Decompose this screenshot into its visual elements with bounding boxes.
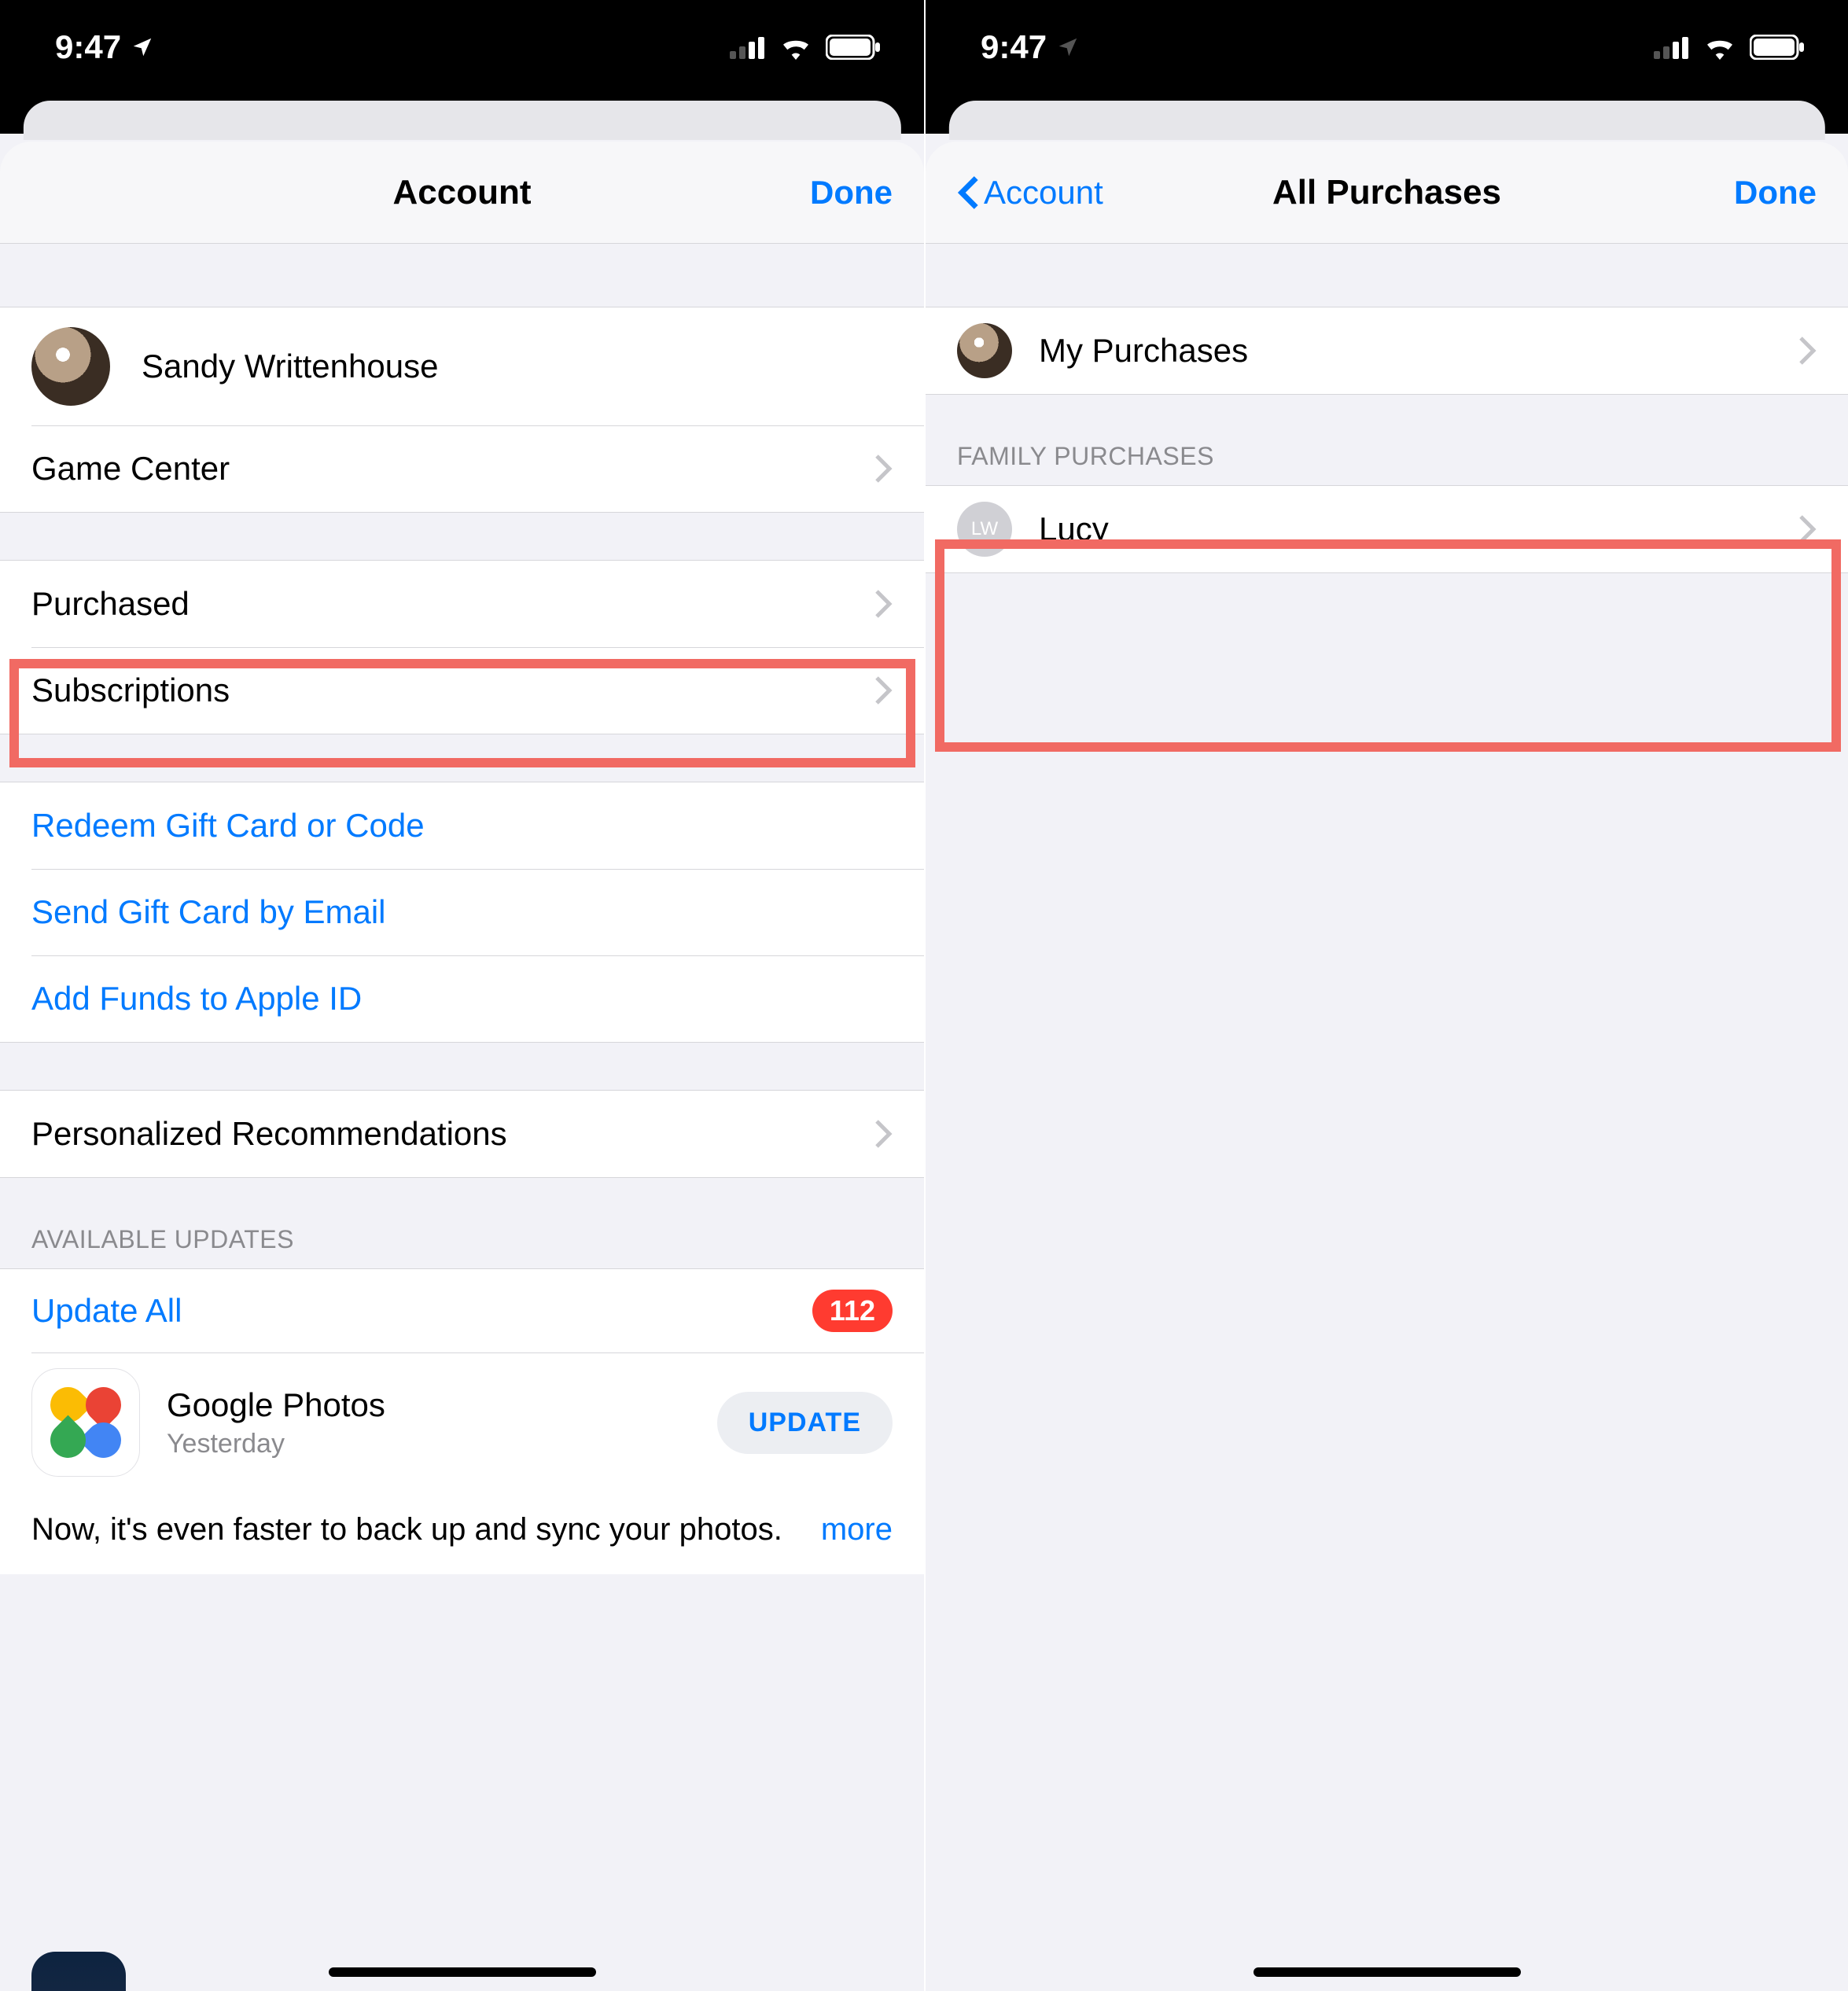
more-button[interactable]: more xyxy=(797,1508,893,1551)
personalized-row[interactable]: Personalized Recommendations xyxy=(0,1091,924,1177)
nav-title: Account xyxy=(236,173,688,212)
pinwheel-icon xyxy=(50,1387,121,1458)
cellular-icon xyxy=(730,35,766,59)
chevron-right-icon xyxy=(874,1118,893,1150)
update-button[interactable]: UPDATE xyxy=(717,1392,893,1454)
send-gift-row[interactable]: Send Gift Card by Email xyxy=(0,869,924,955)
battery-icon xyxy=(1750,35,1805,60)
wifi-icon xyxy=(1703,35,1737,60)
purchases-content: My Purchases FAMILY PURCHASES LW Lucy xyxy=(926,244,1848,1991)
avatar xyxy=(957,323,1012,378)
chevron-right-icon xyxy=(874,588,893,620)
status-bar: 9:47 xyxy=(926,0,1848,110)
cellular-icon xyxy=(1654,35,1690,59)
personalized-label: Personalized Recommendations xyxy=(31,1115,874,1153)
subscriptions-row[interactable]: Subscriptions xyxy=(0,647,924,734)
home-indicator[interactable] xyxy=(1253,1967,1521,1977)
sheet-backdrop xyxy=(0,110,924,134)
chevron-right-icon xyxy=(874,453,893,484)
chevron-right-icon xyxy=(1798,335,1817,366)
done-button[interactable]: Done xyxy=(1612,174,1817,212)
redeem-row[interactable]: Redeem Gift Card or Code xyxy=(0,782,924,869)
location-icon xyxy=(1056,35,1080,59)
update-app-name: Google Photos xyxy=(167,1386,717,1424)
nav-title: All Purchases xyxy=(1161,173,1612,212)
chevron-right-icon xyxy=(1798,513,1817,545)
update-release-notes: Now, it's even faster to back up and syn… xyxy=(0,1494,924,1574)
nav-bar: Account Done xyxy=(0,142,924,244)
family-purchases-header: FAMILY PURCHASES xyxy=(926,442,1848,485)
updates-header: AVAILABLE UPDATES xyxy=(0,1225,924,1268)
done-button[interactable]: Done xyxy=(688,174,893,212)
family-member-row[interactable]: LW Lucy xyxy=(926,486,1848,572)
game-center-row[interactable]: Game Center xyxy=(0,425,924,512)
update-body-text: Now, it's even faster to back up and syn… xyxy=(31,1512,782,1547)
update-all-button[interactable]: Update All xyxy=(31,1292,812,1330)
avatar xyxy=(31,327,110,406)
next-app-icon-peek xyxy=(31,1952,126,1991)
back-label: Account xyxy=(984,174,1103,212)
nav-bar: Account All Purchases Done xyxy=(926,142,1848,244)
status-bar: 9:47 xyxy=(0,0,924,110)
chevron-right-icon xyxy=(874,675,893,706)
location-icon xyxy=(131,35,154,59)
purchased-label: Purchased xyxy=(31,585,874,623)
wifi-icon xyxy=(779,35,813,60)
status-time: 9:47 xyxy=(981,28,1047,66)
chevron-left-icon xyxy=(957,175,981,211)
account-content: Sandy Writtenhouse Game Center Purchased… xyxy=(0,244,924,1991)
my-purchases-label: My Purchases xyxy=(1039,332,1798,370)
phone-account: 9:47 Account Done Sandy Writtenhouse Gam… xyxy=(0,0,924,1991)
home-indicator[interactable] xyxy=(329,1967,596,1977)
redeem-label: Redeem Gift Card or Code xyxy=(31,807,893,845)
phone-all-purchases: 9:47 Account All Purchases Done My Purch… xyxy=(924,0,1848,1991)
family-member-name: Lucy xyxy=(1039,510,1798,548)
add-funds-label: Add Funds to Apple ID xyxy=(31,980,893,1018)
my-purchases-row[interactable]: My Purchases xyxy=(926,307,1848,394)
subscriptions-label: Subscriptions xyxy=(31,672,874,709)
purchased-row[interactable]: Purchased xyxy=(0,561,924,647)
game-center-label: Game Center xyxy=(31,450,874,488)
profile-row[interactable]: Sandy Writtenhouse xyxy=(0,307,924,425)
add-funds-row[interactable]: Add Funds to Apple ID xyxy=(0,955,924,1042)
battery-icon xyxy=(826,35,881,60)
avatar-initials: LW xyxy=(957,502,1012,557)
sheet-backdrop xyxy=(926,110,1848,134)
app-icon-google-photos xyxy=(31,1368,140,1477)
updates-count-badge: 112 xyxy=(812,1290,893,1332)
status-time: 9:47 xyxy=(55,28,121,66)
profile-name: Sandy Writtenhouse xyxy=(142,348,893,385)
update-app-row[interactable]: Google Photos Yesterday UPDATE xyxy=(0,1352,924,1494)
update-app-date: Yesterday xyxy=(167,1429,717,1459)
back-button[interactable]: Account xyxy=(957,174,1161,212)
send-gift-label: Send Gift Card by Email xyxy=(31,893,893,931)
